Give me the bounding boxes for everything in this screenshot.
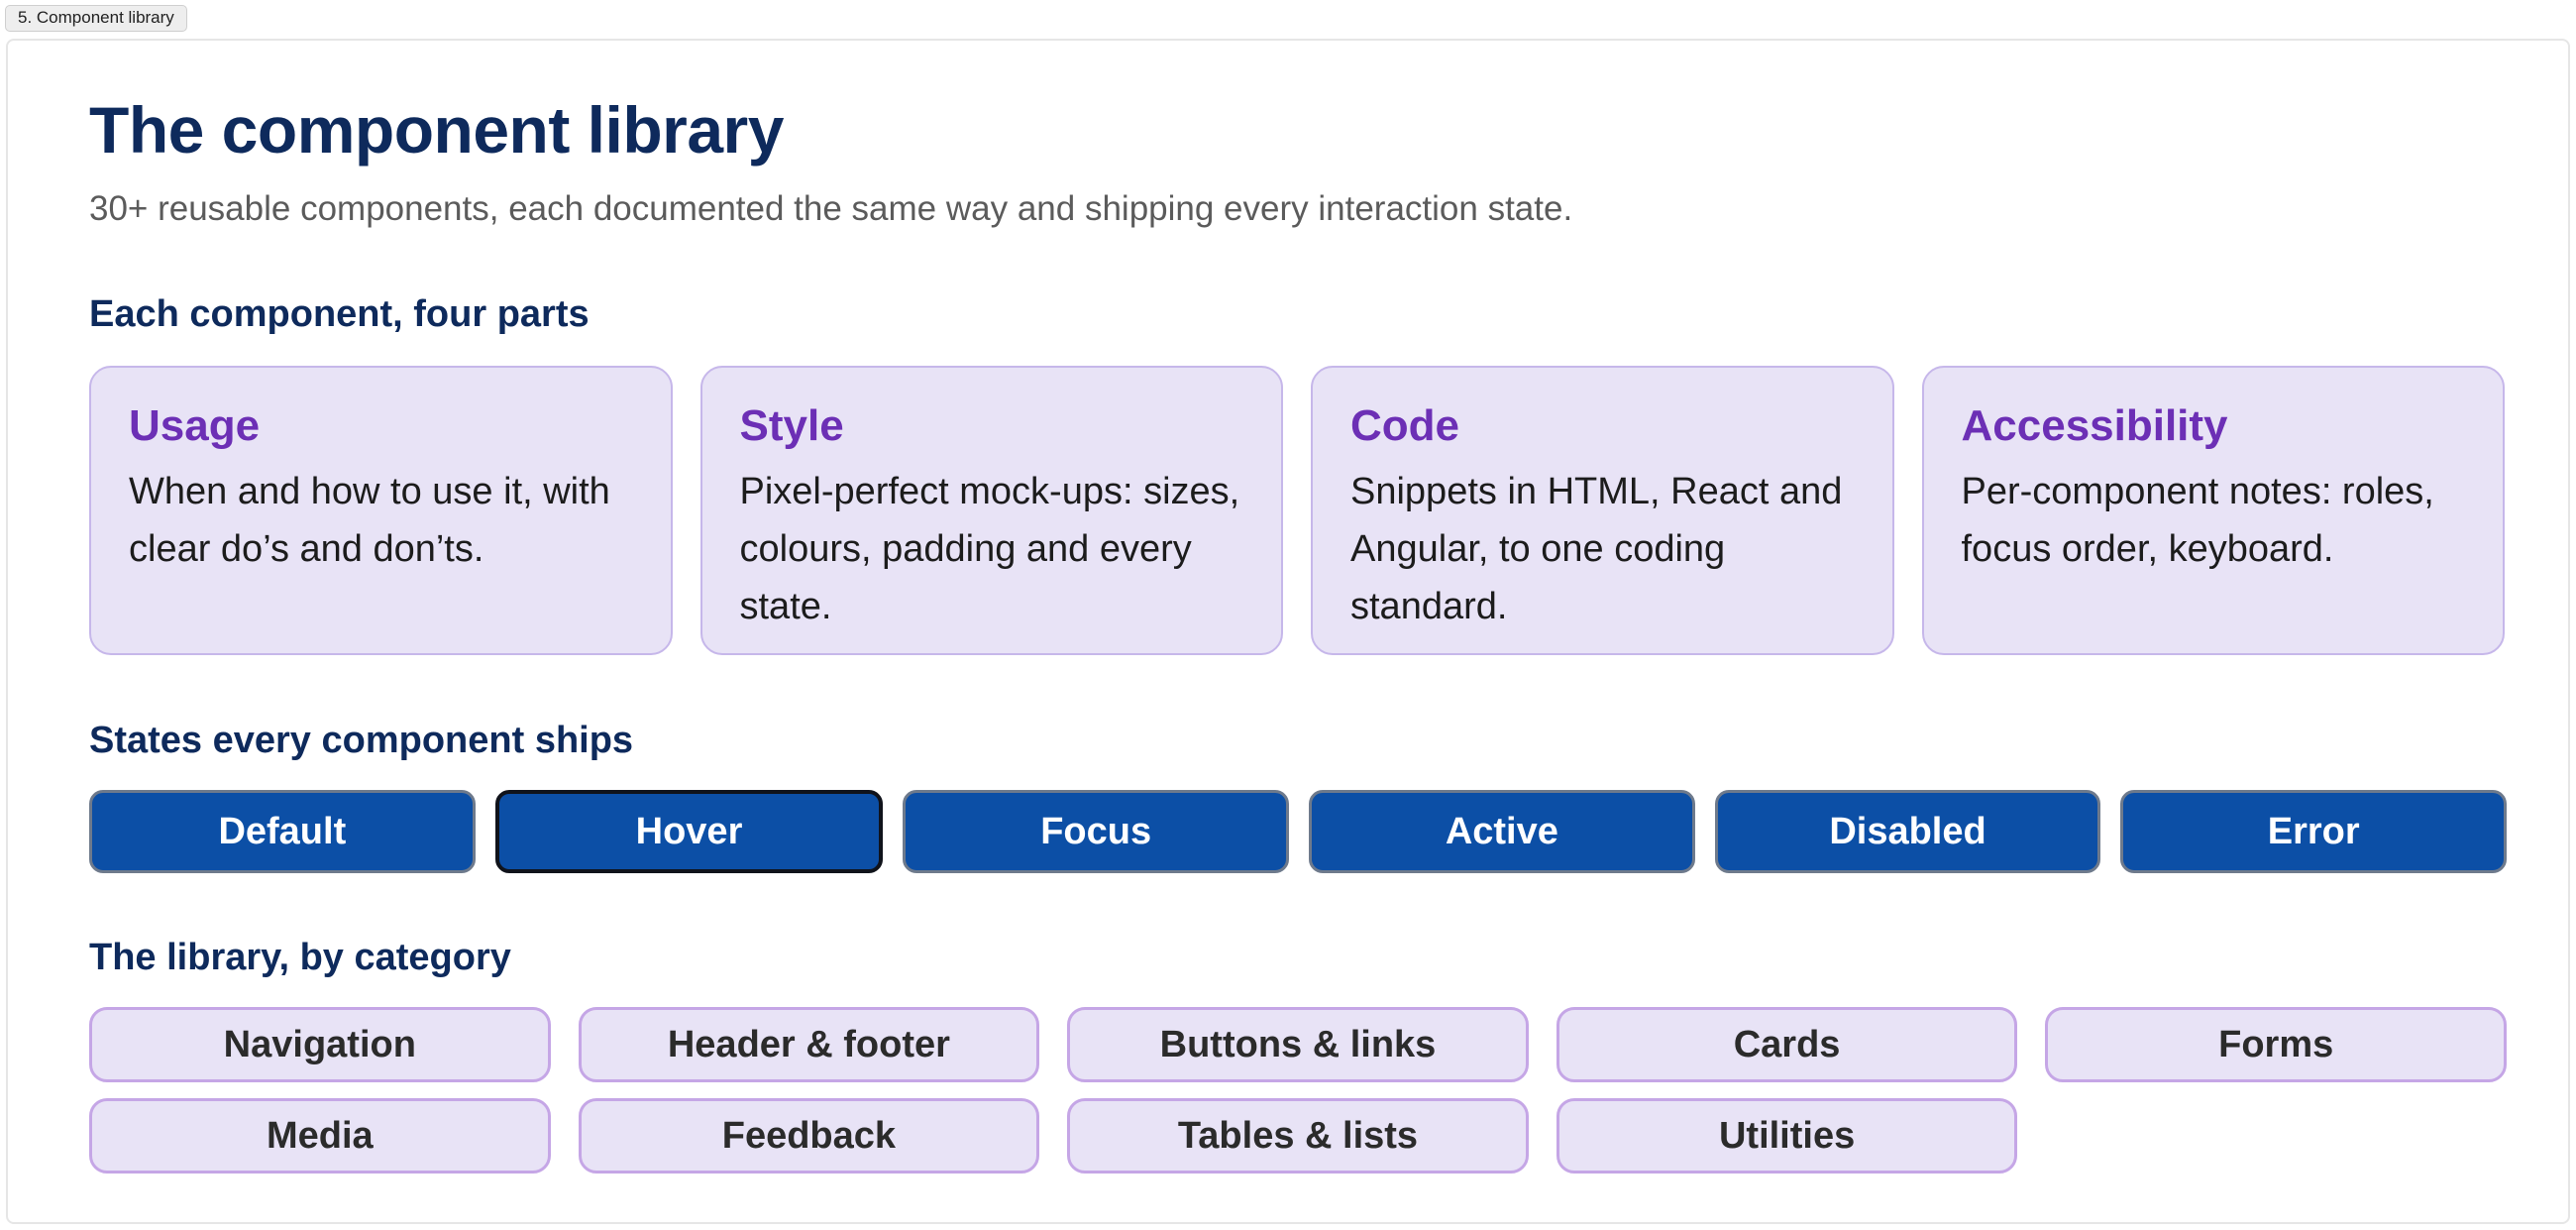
page-subtitle: 30+ reusable components, each documented… xyxy=(89,189,1573,228)
categories-heading: The library, by category xyxy=(89,937,511,978)
state-button-hover[interactable]: Hover xyxy=(494,790,884,873)
frame-tab-label[interactable]: 5. Component library xyxy=(5,5,187,32)
part-card-title: Code xyxy=(1350,401,1459,450)
category-forms[interactable]: Forms xyxy=(2045,1007,2507,1082)
state-button-active[interactable]: Active xyxy=(1309,790,1695,873)
category-utilities[interactable]: Utilities xyxy=(1556,1098,2018,1174)
categories-grid: Navigation Header & footer Buttons & lin… xyxy=(89,1007,2507,1174)
state-button-error[interactable]: Error xyxy=(2120,790,2508,873)
states-heading: States every component ships xyxy=(89,720,634,761)
category-buttons-links[interactable]: Buttons & links xyxy=(1067,1007,1529,1082)
page-title: The component library xyxy=(89,93,784,167)
part-card-title: Usage xyxy=(129,401,261,450)
part-card-description: When and how to use it, with clear do’s … xyxy=(129,471,610,570)
part-card-code: Code Snippets in HTML, React and Angular… xyxy=(1311,366,1894,655)
state-button-focus[interactable]: Focus xyxy=(903,790,1290,873)
part-card-description: Pixel-perfect mock-ups: sizes, colours, … xyxy=(739,471,1240,627)
category-tables-lists[interactable]: Tables & lists xyxy=(1067,1098,1529,1174)
parts-heading: Each component, four parts xyxy=(89,293,590,335)
category-cards[interactable]: Cards xyxy=(1556,1007,2018,1082)
category-header-footer[interactable]: Header & footer xyxy=(578,1007,1040,1082)
part-card-accessibility: Accessibility Per-component notes: roles… xyxy=(1921,366,2505,655)
slide-frame: The component library 30+ reusable compo… xyxy=(6,39,2570,1224)
part-card-title: Style xyxy=(739,401,844,450)
part-card-description: Snippets in HTML, React and Angular, to … xyxy=(1350,471,1843,627)
state-button-disabled[interactable]: Disabled xyxy=(1714,790,2101,873)
category-media[interactable]: Media xyxy=(89,1098,551,1174)
state-button-default[interactable]: Default xyxy=(89,790,476,873)
part-card-description: Per-component notes: roles, focus order,… xyxy=(1961,471,2434,570)
category-navigation[interactable]: Navigation xyxy=(89,1007,551,1082)
part-card-usage: Usage When and how to use it, with clear… xyxy=(89,366,673,655)
part-card-style: Style Pixel-perfect mock-ups: sizes, col… xyxy=(699,366,1283,655)
part-card-title: Accessibility xyxy=(1961,401,2228,450)
states-row: Default Hover Focus Active Disabled Erro… xyxy=(89,790,2508,873)
parts-row: Usage When and how to use it, with clear… xyxy=(89,366,2505,655)
category-feedback[interactable]: Feedback xyxy=(578,1098,1040,1174)
